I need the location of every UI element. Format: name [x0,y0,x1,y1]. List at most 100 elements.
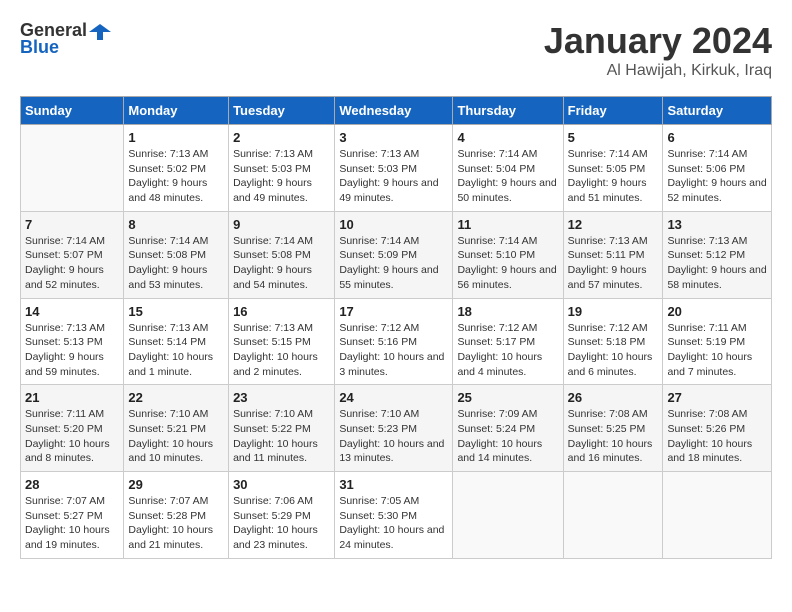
calendar-cell [453,472,563,559]
calendar-cell: 22 Sunrise: 7:10 AMSunset: 5:21 PMDayligh… [124,385,229,472]
header-day-thursday: Thursday [453,97,563,125]
week-row-3: 14Sunrise: 7:13 AMSunset: 5:13 PMDayligh… [21,298,772,385]
calendar-cell: 25 Sunrise: 7:09 AMSunset: 5:24 PMDayligh… [453,385,563,472]
calendar-cell: 7 Sunrise: 7:14 AMSunset: 5:07 PMDaylight… [21,211,124,298]
header-day-wednesday: Wednesday [335,97,453,125]
day-info: Sunrise: 7:13 AMSunset: 5:12 PMDaylight:… [667,234,767,293]
day-info: Sunrise: 7:06 AMSunset: 5:29 PMDaylight:… [233,494,330,553]
calendar-cell: 15Sunrise: 7:13 AMSunset: 5:14 PMDayligh… [124,298,229,385]
week-row-5: 28 Sunrise: 7:07 AMSunset: 5:27 PMDayligh… [21,472,772,559]
calendar-cell [563,472,663,559]
header-day-monday: Monday [124,97,229,125]
day-number: 15 [128,304,224,319]
day-info: Sunrise: 7:07 AMSunset: 5:27 PMDaylight:… [25,494,119,553]
day-number: 12 [568,217,659,232]
day-number: 24 [339,390,448,405]
title-block: January 2024 Al Hawijah, Kirkuk, Iraq [544,20,772,80]
day-info: Sunrise: 7:14 AMSunset: 5:07 PMDaylight:… [25,234,119,293]
day-info: Sunrise: 7:13 AMSunset: 5:03 PMDaylight:… [233,147,330,206]
calendar-cell: 6Sunrise: 7:14 AMSunset: 5:06 PMDaylight… [663,125,772,212]
day-info: Sunrise: 7:12 AMSunset: 5:18 PMDaylight:… [568,321,659,380]
day-number: 19 [568,304,659,319]
calendar-body: 1Sunrise: 7:13 AMSunset: 5:02 PMDaylight… [21,125,772,559]
day-number: 17 [339,304,448,319]
day-number: 9 [233,217,330,232]
calendar-cell: 19 Sunrise: 7:12 AMSunset: 5:18 PMDayligh… [563,298,663,385]
day-number: 3 [339,130,448,145]
day-info: Sunrise: 7:13 AMSunset: 5:03 PMDaylight:… [339,147,448,206]
day-info: Sunrise: 7:14 AMSunset: 5:08 PMDaylight:… [128,234,224,293]
calendar-cell: 11Sunrise: 7:14 AMSunset: 5:10 PMDayligh… [453,211,563,298]
day-info: Sunrise: 7:12 AMSunset: 5:17 PMDaylight:… [457,321,558,380]
day-number: 25 [457,390,558,405]
calendar-cell: 27 Sunrise: 7:08 AMSunset: 5:26 PMDayligh… [663,385,772,472]
day-info: Sunrise: 7:08 AMSunset: 5:25 PMDaylight:… [568,407,659,466]
day-number: 8 [128,217,224,232]
day-info: Sunrise: 7:14 AMSunset: 5:09 PMDaylight:… [339,234,448,293]
day-number: 5 [568,130,659,145]
calendar-cell: 18 Sunrise: 7:12 AMSunset: 5:17 PMDayligh… [453,298,563,385]
day-number: 23 [233,390,330,405]
day-number: 16 [233,304,330,319]
calendar-cell: 23 Sunrise: 7:10 AMSunset: 5:22 PMDayligh… [229,385,335,472]
day-info: Sunrise: 7:12 AMSunset: 5:16 PMDaylight:… [339,321,448,380]
day-info: Sunrise: 7:14 AMSunset: 5:04 PMDaylight:… [457,147,558,206]
day-info: Sunrise: 7:11 AMSunset: 5:19 PMDaylight:… [667,321,767,380]
calendar-cell: 31Sunrise: 7:05 AMSunset: 5:30 PMDayligh… [335,472,453,559]
day-number: 7 [25,217,119,232]
header-day-sunday: Sunday [21,97,124,125]
day-number: 29 [128,477,224,492]
location-title: Al Hawijah, Kirkuk, Iraq [544,62,772,80]
calendar-cell: 9 Sunrise: 7:14 AMSunset: 5:08 PMDaylight… [229,211,335,298]
day-info: Sunrise: 7:05 AMSunset: 5:30 PMDaylight:… [339,494,448,553]
calendar-cell: 28 Sunrise: 7:07 AMSunset: 5:27 PMDayligh… [21,472,124,559]
page-header: General Blue January 2024 Al Hawijah, Ki… [20,20,772,80]
calendar-cell: 2Sunrise: 7:13 AMSunset: 5:03 PMDaylight… [229,125,335,212]
logo-text-blue: Blue [20,37,59,58]
day-info: Sunrise: 7:11 AMSunset: 5:20 PMDaylight:… [25,407,119,466]
day-info: Sunrise: 7:13 AMSunset: 5:02 PMDaylight:… [128,147,224,206]
day-info: Sunrise: 7:10 AMSunset: 5:21 PMDaylight:… [128,407,224,466]
logo: General Blue [20,20,111,58]
calendar-cell: 5 Sunrise: 7:14 AMSunset: 5:05 PMDaylight… [563,125,663,212]
day-number: 4 [457,130,558,145]
day-number: 11 [457,217,558,232]
day-number: 10 [339,217,448,232]
calendar-cell [21,125,124,212]
week-row-4: 21Sunrise: 7:11 AMSunset: 5:20 PMDayligh… [21,385,772,472]
day-number: 30 [233,477,330,492]
calendar-cell: 30 Sunrise: 7:06 AMSunset: 5:29 PMDayligh… [229,472,335,559]
calendar-cell: 24 Sunrise: 7:10 AMSunset: 5:23 PMDayligh… [335,385,453,472]
calendar-cell: 29 Sunrise: 7:07 AMSunset: 5:28 PMDayligh… [124,472,229,559]
day-info: Sunrise: 7:13 AMSunset: 5:15 PMDaylight:… [233,321,330,380]
calendar-cell: 8 Sunrise: 7:14 AMSunset: 5:08 PMDaylight… [124,211,229,298]
week-row-1: 1Sunrise: 7:13 AMSunset: 5:02 PMDaylight… [21,125,772,212]
day-number: 22 [128,390,224,405]
day-info: Sunrise: 7:13 AMSunset: 5:11 PMDaylight:… [568,234,659,293]
day-info: Sunrise: 7:09 AMSunset: 5:24 PMDaylight:… [457,407,558,466]
day-number: 14 [25,304,119,319]
calendar-cell: 13Sunrise: 7:13 AMSunset: 5:12 PMDayligh… [663,211,772,298]
day-info: Sunrise: 7:10 AMSunset: 5:23 PMDaylight:… [339,407,448,466]
calendar-cell: 20Sunrise: 7:11 AMSunset: 5:19 PMDayligh… [663,298,772,385]
calendar-cell: 17 Sunrise: 7:12 AMSunset: 5:16 PMDayligh… [335,298,453,385]
calendar-cell: 16 Sunrise: 7:13 AMSunset: 5:15 PMDayligh… [229,298,335,385]
day-info: Sunrise: 7:08 AMSunset: 5:26 PMDaylight:… [667,407,767,466]
calendar-table: SundayMondayTuesdayWednesdayThursdayFrid… [20,96,772,559]
day-info: Sunrise: 7:10 AMSunset: 5:22 PMDaylight:… [233,407,330,466]
header-row: SundayMondayTuesdayWednesdayThursdayFrid… [21,97,772,125]
day-info: Sunrise: 7:14 AMSunset: 5:05 PMDaylight:… [568,147,659,206]
day-info: Sunrise: 7:07 AMSunset: 5:28 PMDaylight:… [128,494,224,553]
day-number: 28 [25,477,119,492]
calendar-cell: 4 Sunrise: 7:14 AMSunset: 5:04 PMDaylight… [453,125,563,212]
header-day-friday: Friday [563,97,663,125]
day-number: 18 [457,304,558,319]
calendar-cell: 26 Sunrise: 7:08 AMSunset: 5:25 PMDayligh… [563,385,663,472]
day-number: 27 [667,390,767,405]
calendar-cell: 14Sunrise: 7:13 AMSunset: 5:13 PMDayligh… [21,298,124,385]
day-info: Sunrise: 7:14 AMSunset: 5:08 PMDaylight:… [233,234,330,293]
header-day-saturday: Saturday [663,97,772,125]
calendar-cell: 1Sunrise: 7:13 AMSunset: 5:02 PMDaylight… [124,125,229,212]
calendar-header: SundayMondayTuesdayWednesdayThursdayFrid… [21,97,772,125]
day-number: 26 [568,390,659,405]
